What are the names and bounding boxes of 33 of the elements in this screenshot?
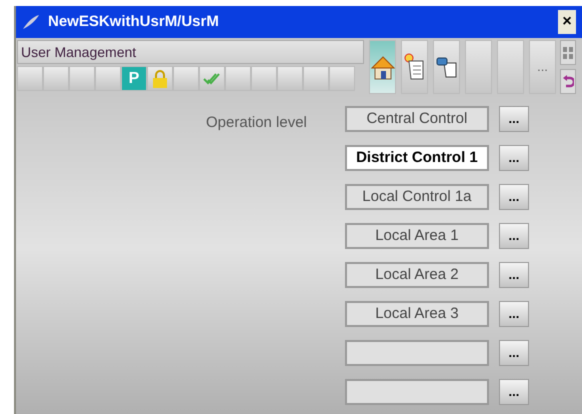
browse-button[interactable]: ... xyxy=(498,223,529,249)
level-field[interactable]: Central Control xyxy=(344,106,489,132)
toolbar-button[interactable] xyxy=(369,40,396,94)
level-field[interactable]: District Control 1 xyxy=(344,145,489,171)
checkmark-icon xyxy=(203,72,221,86)
browse-button[interactable]: ... xyxy=(498,340,529,366)
browse-button[interactable]: ... xyxy=(498,106,529,132)
level-field[interactable] xyxy=(344,379,489,405)
close-button[interactable]: × xyxy=(558,10,576,34)
level-field[interactable]: Local Control 1a xyxy=(344,184,489,210)
browse-button[interactable]: ... xyxy=(498,379,529,405)
undo-icon xyxy=(562,74,574,88)
document-icon xyxy=(402,52,426,82)
window-title: NewESKwithUsrM/UsrM xyxy=(48,12,219,32)
lock-icon xyxy=(152,70,168,88)
browse-button[interactable]: ... xyxy=(498,184,529,210)
level-field[interactable]: Local Area 1 xyxy=(344,223,489,249)
grid-icon xyxy=(562,46,574,60)
house-icon xyxy=(370,54,394,80)
level-field[interactable] xyxy=(344,340,489,366)
toolbar-button[interactable] xyxy=(401,40,428,94)
field-label: Operation level xyxy=(206,113,307,133)
toolbar-button[interactable] xyxy=(560,69,576,94)
browse-button[interactable]: ... xyxy=(498,301,529,327)
toolbar-button[interactable]: ... xyxy=(529,40,556,94)
level-field[interactable]: Local Area 2 xyxy=(344,262,489,288)
level-field[interactable]: Local Area 3 xyxy=(344,301,489,327)
browse-button[interactable]: ... xyxy=(498,262,529,288)
device-icon xyxy=(436,55,458,79)
feather-icon xyxy=(22,14,40,30)
toolbar-button[interactable] xyxy=(433,40,460,94)
panel-title: User Management xyxy=(17,40,364,64)
browse-button[interactable]: ... xyxy=(498,145,529,171)
